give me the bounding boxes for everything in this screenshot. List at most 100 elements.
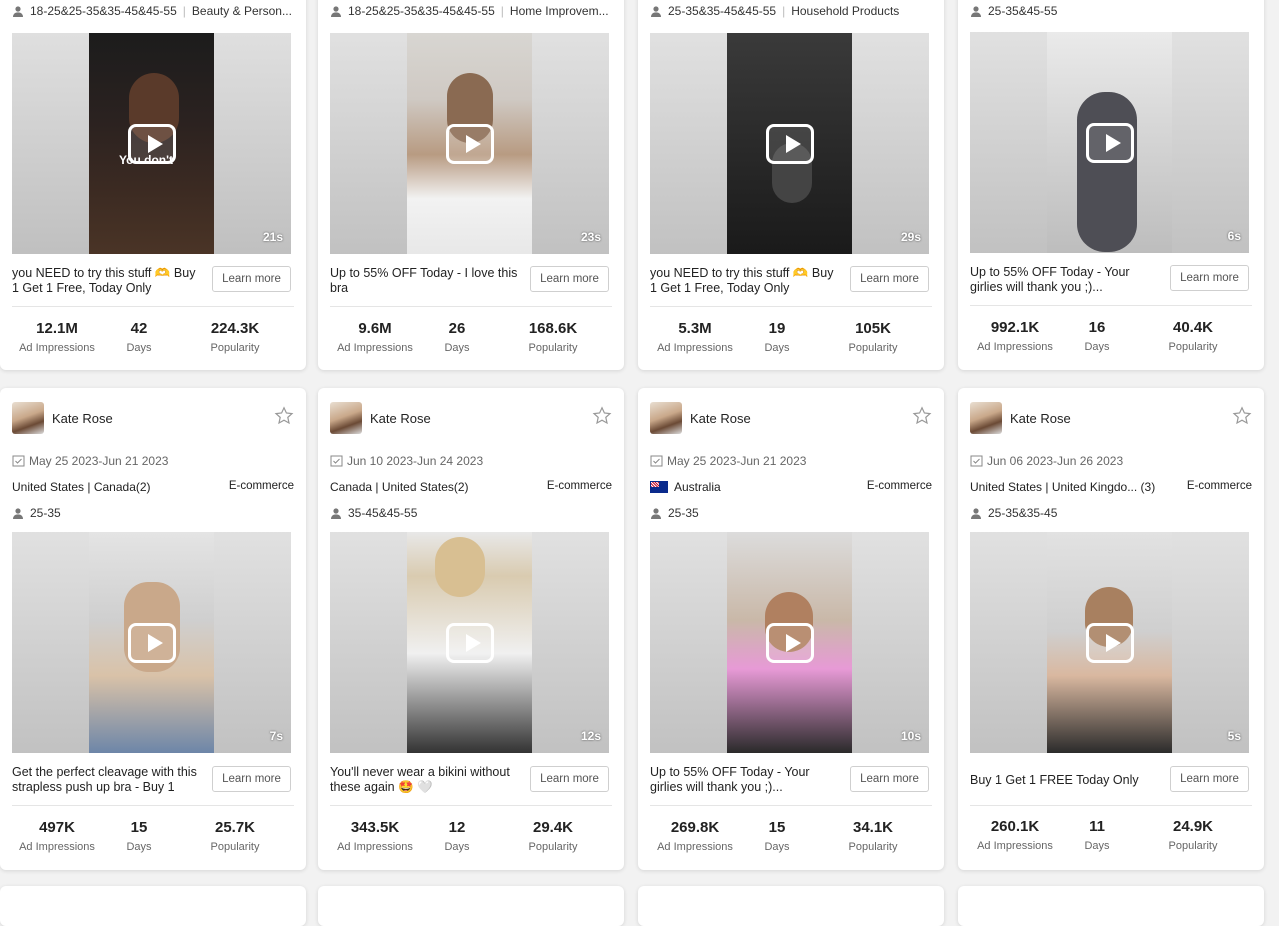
ad-card[interactable]: 18-25&25-35&35-45&45-55 | Beauty & Person.… — [0, 0, 306, 370]
ad-card-partial[interactable] — [318, 886, 624, 926]
user-icon — [971, 508, 981, 519]
impressions-stat: 992.1K Ad Impressions — [966, 319, 1064, 353]
learn-more-button[interactable]: Learn more — [530, 266, 609, 292]
audience-text: 18-25&25-35&35-45&45-55 — [30, 4, 177, 18]
stats-row: 497K Ad Impressions 15 Days 25.7K Popularit… — [0, 819, 306, 859]
ad-card-partial[interactable] — [638, 886, 944, 926]
divider — [970, 805, 1252, 806]
divider — [650, 805, 932, 806]
play-icon[interactable] — [127, 622, 176, 663]
popularity-label: Popularity — [1168, 341, 1218, 353]
audience-row: 25-35 — [650, 506, 699, 520]
duration-label: 23s — [580, 230, 601, 244]
audience-row: 25-35&35-45&45-55 | Household Products — [650, 4, 899, 18]
days-stat: 12 Days — [433, 819, 481, 853]
days-value: 42 — [130, 320, 148, 337]
play-icon[interactable] — [765, 123, 814, 164]
popularity-value: 29.4K — [532, 819, 574, 836]
learn-more-button[interactable]: Learn more — [850, 266, 929, 292]
ad-card-partial[interactable] — [958, 886, 1264, 926]
date-text: Jun 06 2023-Jun 26 2023 — [987, 454, 1124, 468]
learn-more-button[interactable]: Learn more — [850, 766, 929, 792]
ad-card[interactable]: 18-25&25-35&35-45&45-55 | Home Improvem...… — [318, 0, 624, 370]
ad-card[interactable]: Kate Rose Jun 10 2023-Jun 24 2023 Canada… — [318, 388, 624, 870]
video-thumbnail[interactable]: You don't 21s — [12, 33, 291, 254]
user-icon — [13, 6, 23, 17]
avatar[interactable] — [970, 402, 1002, 434]
ad-card-partial[interactable] — [0, 886, 306, 926]
audience-text: 25-35&35-45&45-55 — [668, 4, 777, 18]
country-list: United States | United Kingdo... (3) — [970, 480, 1156, 494]
days-label: Days — [1084, 840, 1110, 852]
video-thumbnail[interactable]: 5s — [970, 532, 1249, 753]
star-icon[interactable] — [1232, 406, 1252, 426]
days-value: 12 — [448, 819, 466, 836]
play-icon[interactable] — [445, 123, 494, 164]
geo-row: United States | United Kingdo... (3) E-co… — [970, 480, 1252, 496]
person-silhouette — [1077, 92, 1137, 252]
category-text: E-commerce — [866, 480, 932, 492]
thumbnail-blur-left — [12, 33, 89, 254]
video-thumbnail[interactable]: 10s — [650, 532, 929, 753]
learn-more-button[interactable]: Learn more — [530, 766, 609, 792]
thumbnail-blur-left — [650, 33, 727, 254]
learn-more-button[interactable]: Learn more — [1170, 265, 1249, 291]
popularity-label: Popularity — [1168, 840, 1218, 852]
star-icon[interactable] — [274, 406, 294, 426]
creator-name[interactable]: Kate Rose — [690, 411, 751, 426]
date-text: May 25 2023-Jun 21 2023 — [667, 454, 807, 468]
popularity-value: 25.7K — [214, 819, 256, 836]
play-icon[interactable] — [765, 622, 814, 663]
duration-label: 10s — [900, 729, 921, 743]
star-icon[interactable] — [912, 406, 932, 426]
play-icon[interactable] — [127, 123, 176, 164]
learn-more-button[interactable]: Learn more — [212, 766, 291, 792]
ad-card[interactable]: 25-35&35-45&45-55 | Household Products 29s… — [638, 0, 944, 370]
play-icon[interactable] — [1085, 622, 1134, 663]
impressions-label: Ad Impressions — [657, 841, 733, 853]
ad-card[interactable]: 25-35&45-55 6s Up to 55% OFF Today - You… — [958, 0, 1264, 370]
video-thumbnail[interactable]: 23s — [330, 33, 609, 254]
stats-row: 5.3M Ad Impressions 19 Days 105K Popularity — [638, 320, 944, 360]
ad-card[interactable]: Kate Rose Jun 06 2023-Jun 26 2023 United… — [958, 388, 1264, 870]
calendar-icon — [330, 455, 343, 467]
stats-row: 12.1M Ad Impressions 42 Days 224.3K Popular… — [0, 320, 306, 360]
category-text: E-commerce — [228, 480, 294, 492]
audience-text: 35-45&45-55 — [348, 506, 418, 520]
creator-name[interactable]: Kate Rose — [52, 411, 113, 426]
avatar[interactable] — [650, 402, 682, 434]
days-value: 16 — [1088, 319, 1106, 336]
impressions-value: 497K — [39, 819, 75, 836]
video-thumbnail[interactable]: 7s — [12, 532, 291, 753]
learn-more-button[interactable]: Learn more — [212, 266, 291, 292]
divider — [650, 306, 932, 307]
date-range: May 25 2023-Jun 21 2023 — [12, 454, 168, 468]
avatar[interactable] — [12, 402, 44, 434]
duration-label: 12s — [580, 729, 601, 743]
impressions-label: Ad Impressions — [337, 841, 413, 853]
separator: | — [782, 4, 786, 18]
ad-card[interactable]: Kate Rose May 25 2023-Jun 21 2023 United… — [0, 388, 306, 870]
stats-row: 9.6M Ad Impressions 26 Days 168.6K Populari… — [318, 320, 624, 360]
days-stat: 26 Days — [433, 320, 481, 354]
user-icon — [331, 6, 341, 17]
impressions-stat: 497K Ad Impressions — [8, 819, 106, 853]
learn-more-button[interactable]: Learn more — [1170, 766, 1249, 792]
divider — [330, 306, 612, 307]
days-value: 15 — [130, 819, 148, 836]
play-icon[interactable] — [445, 622, 494, 663]
creator-name[interactable]: Kate Rose — [370, 411, 431, 426]
play-icon[interactable] — [1085, 122, 1134, 163]
video-thumbnail[interactable]: 29s — [650, 33, 929, 254]
ad-description: Get the perfect cleavage with this strap… — [12, 765, 197, 794]
video-thumbnail[interactable]: 6s — [970, 32, 1249, 253]
ad-card[interactable]: Kate Rose May 25 2023-Jun 21 2023 Austra… — [638, 388, 944, 870]
video-thumbnail[interactable]: 12s — [330, 532, 609, 753]
creator-name[interactable]: Kate Rose — [1010, 411, 1071, 426]
avatar[interactable] — [330, 402, 362, 434]
ad-description: Buy 1 Get 1 FREE Today Only — [970, 773, 1139, 787]
days-stat: 15 Days — [753, 819, 801, 853]
audience-text: 25-35&35-45 — [988, 506, 1058, 520]
star-icon[interactable] — [592, 406, 612, 426]
thumbnail-blur-right — [532, 33, 609, 254]
